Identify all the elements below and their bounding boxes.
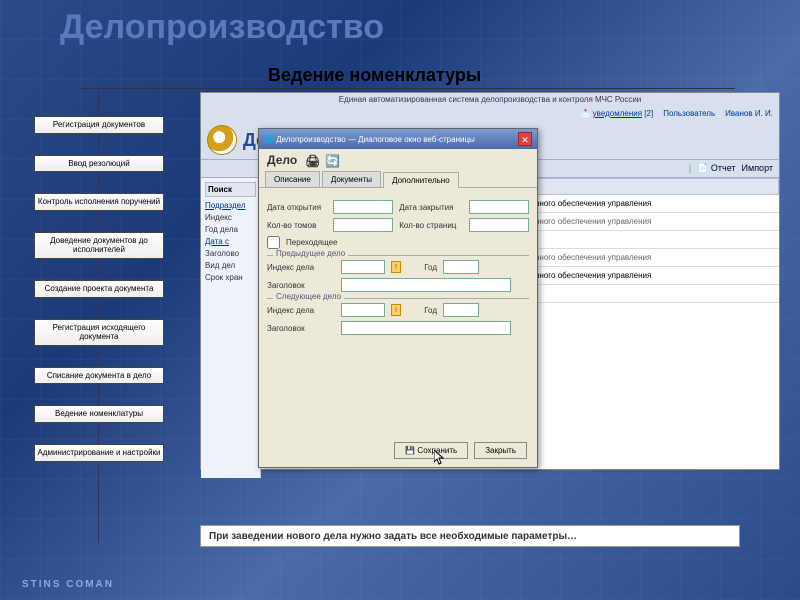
search-field-0[interactable]: Подраздел <box>205 201 256 210</box>
label-prev-year: Год <box>407 263 437 272</box>
search-field-2: Год дела <box>205 225 256 234</box>
dialog-title: 🌐 Делопроизводство — Диалоговое окно веб… <box>264 135 475 144</box>
input-volumes[interactable] <box>333 218 393 232</box>
print-icon[interactable]: 🖨 <box>305 154 317 166</box>
emblem-icon <box>207 125 237 155</box>
label-prev-index: Индекс дела <box>267 263 335 272</box>
label-next-index: Индекс дела <box>267 306 335 315</box>
toolbar-report[interactable]: 📄 Отчет <box>697 163 735 174</box>
input-next-caption[interactable] <box>341 321 511 335</box>
user-name: Иванов И. И. <box>725 109 773 118</box>
title-underline <box>80 88 735 89</box>
toolbar-import[interactable]: Импорт <box>742 163 773 174</box>
input-date-close[interactable] <box>469 200 529 214</box>
label-date-close: Дата закрытия <box>399 203 463 212</box>
warning-icon[interactable]: ! <box>391 304 401 316</box>
label-prev-caption: Заголовок <box>267 281 335 290</box>
label-next-caption: Заголовок <box>267 324 335 333</box>
page-subtitle: Ведение номенклатуры <box>268 65 481 86</box>
search-field-3[interactable]: Дата с <box>205 237 256 246</box>
user-label: Пользователь <box>663 109 715 118</box>
input-pages[interactable] <box>469 218 529 232</box>
legend-next: Следующее дело <box>273 292 344 301</box>
label-next-year: Год <box>407 306 437 315</box>
search-field-4: Заголово <box>205 249 256 258</box>
page-main-title: Делопроизводство <box>60 8 384 47</box>
search-field-1: Индекс <box>205 213 256 222</box>
input-prev-caption[interactable] <box>341 278 511 292</box>
close-icon[interactable]: ✕ <box>518 132 532 146</box>
search-field-6: Срок хран <box>205 273 256 282</box>
sidebar-item-0[interactable]: Регистрация документов <box>34 116 164 134</box>
sidebar-item-6[interactable]: Списание документа в дело <box>34 367 164 385</box>
search-panel: Поиск Подраздел Индекс Год дела Дата с З… <box>201 178 261 478</box>
input-next-year[interactable] <box>443 303 479 317</box>
note-bar: При заведении нового дела нужно задать в… <box>200 525 740 547</box>
search-header: Поиск <box>205 182 256 197</box>
sidebar-item-1[interactable]: Ввод резолюций <box>34 155 164 173</box>
input-prev-index[interactable] <box>341 260 385 274</box>
sidebar-item-2[interactable]: Контроль исполнения поручений <box>34 193 164 211</box>
input-prev-year[interactable] <box>443 260 479 274</box>
app-top-title: Единая автоматизированная система делопр… <box>201 93 779 106</box>
tab-documents[interactable]: Документы <box>322 171 381 187</box>
legend-prev: Предыдущее дело <box>273 249 348 258</box>
label-transitional: Переходящее <box>286 238 338 247</box>
warning-icon[interactable]: ! <box>391 261 401 273</box>
tab-description[interactable]: Описание <box>265 171 320 187</box>
label-date-open: Дата открытия <box>267 203 327 212</box>
tab-additional[interactable]: Дополнительно <box>383 172 459 188</box>
label-volumes: Кол-во томов <box>267 221 327 230</box>
input-date-open[interactable] <box>333 200 393 214</box>
sidebar-item-3[interactable]: Доведение документов до исполнителей <box>34 232 164 259</box>
dialog-header: Дело 🖨 🔄 <box>259 149 537 171</box>
dialog-window: 🌐 Делопроизводство — Диалоговое окно веб… <box>258 128 538 468</box>
close-button[interactable]: Закрыть <box>474 442 527 459</box>
sidebar-item-8[interactable]: Администрирование и настройки <box>34 444 164 462</box>
checkbox-transitional[interactable] <box>267 236 280 249</box>
sidebar-item-4[interactable]: Создание проекта документа <box>34 280 164 298</box>
sidebar: Регистрация документов Ввод резолюций Ко… <box>34 98 164 465</box>
refresh-icon[interactable]: 🔄 <box>325 154 337 166</box>
search-field-5: Вид дел <box>205 261 256 270</box>
footer-logo: STINS COMAN <box>22 579 114 590</box>
notifications-link[interactable]: 📩 уведомления [2] <box>580 109 653 118</box>
sidebar-item-5[interactable]: Регистрация исходящего документа <box>34 319 164 346</box>
label-pages: Кол-во страниц <box>399 221 463 230</box>
input-next-index[interactable] <box>341 303 385 317</box>
save-button[interactable]: 💾 Сохранить <box>394 442 468 459</box>
sidebar-item-7[interactable]: Ведение номенклатуры <box>34 405 164 423</box>
